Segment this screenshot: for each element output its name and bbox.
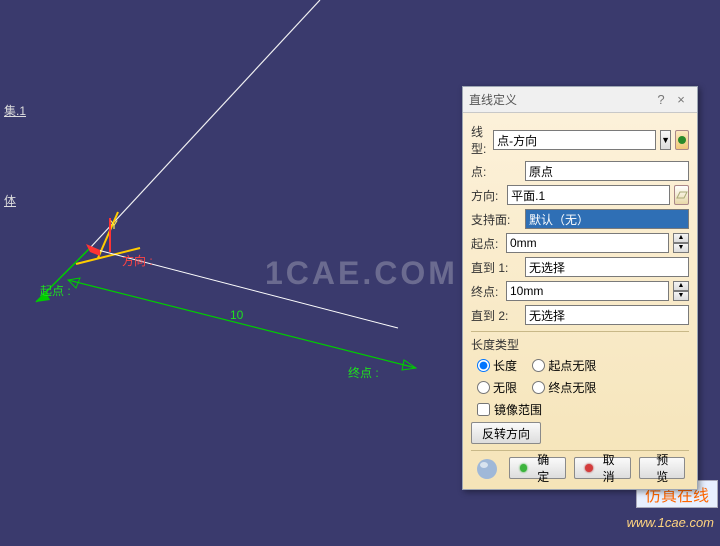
label-start: 起点: <box>471 235 502 252</box>
cancel-button-label: 取消 <box>597 451 621 485</box>
ok-button-label: 确定 <box>531 451 555 485</box>
chevron-up-icon[interactable]: ▲ <box>673 281 689 291</box>
dialog-titlebar[interactable]: 直线定义 ? × <box>463 87 697 113</box>
support-field[interactable]: 默认（无） <box>525 209 689 229</box>
close-icon[interactable]: × <box>671 92 691 107</box>
cancel-dot-icon <box>585 464 593 472</box>
radio-start-infinite-label: 起点无限 <box>548 357 596 374</box>
decor-sphere-icon <box>475 457 501 479</box>
start-point-callout: 起点 : <box>40 282 71 299</box>
radio-length-input[interactable] <box>477 359 490 372</box>
label-support: 支持面: <box>471 211 521 228</box>
upto1-field[interactable] <box>525 257 689 277</box>
end-point-callout: 终点 : <box>348 364 379 381</box>
mirror-checkbox[interactable] <box>477 403 490 416</box>
end-spinner[interactable]: ▲▼ <box>673 281 689 301</box>
brand-url: www.1cae.com <box>627 515 714 530</box>
upto2-field[interactable] <box>525 305 689 325</box>
reverse-direction-button[interactable]: 反转方向 <box>471 422 541 444</box>
line-type-action-icon[interactable] <box>675 130 689 150</box>
direction-callout: 方向 : <box>122 252 153 269</box>
label-point: 点: <box>471 163 521 180</box>
mirror-label: 镜像范围 <box>494 401 542 418</box>
length-type-section: 长度类型 <box>471 331 689 353</box>
start-field[interactable] <box>506 233 669 253</box>
line-type-dropdown-icon[interactable]: ▼ <box>660 130 671 150</box>
mirror-checkbox-row: 镜像范围 <box>471 399 689 422</box>
radio-infinite[interactable]: 无限 <box>477 379 517 396</box>
tree-item-geomset[interactable]: 集.1 <box>4 102 26 119</box>
chevron-up-icon[interactable]: ▲ <box>673 233 689 243</box>
tree-item-body[interactable]: 体 <box>4 192 16 209</box>
radio-infinite-input[interactable] <box>477 381 490 394</box>
radio-infinite-label: 无限 <box>493 379 517 396</box>
chevron-down-icon[interactable]: ▼ <box>673 291 689 301</box>
length-type-radios-2: 无限 终点无限 <box>471 377 689 399</box>
dimension-value: 10 <box>230 308 243 322</box>
radio-end-infinite-input[interactable] <box>532 381 545 394</box>
radio-start-infinite-input[interactable] <box>532 359 545 372</box>
cancel-button[interactable]: 取消 <box>574 457 631 479</box>
help-icon[interactable]: ? <box>651 92 671 107</box>
reverse-direction-label: 反转方向 <box>482 425 530 442</box>
ok-button[interactable]: 确定 <box>509 457 566 479</box>
ok-dot-icon <box>520 464 528 472</box>
preview-button[interactable]: 预览 <box>639 457 685 479</box>
radio-start-infinite[interactable]: 起点无限 <box>532 357 596 374</box>
radio-length-label: 长度 <box>493 357 517 374</box>
point-field[interactable] <box>525 161 689 181</box>
end-field[interactable] <box>506 281 669 301</box>
label-end: 终点: <box>471 283 502 300</box>
label-upto1: 直到 1: <box>471 259 521 276</box>
label-upto2: 直到 2: <box>471 307 521 324</box>
direction-plane-icon[interactable] <box>674 185 689 205</box>
length-type-radios: 长度 起点无限 <box>471 355 689 377</box>
label-line-type: 线型: <box>471 123 489 157</box>
direction-field[interactable] <box>507 185 670 205</box>
axis-label-y: Y <box>110 218 118 232</box>
radio-length[interactable]: 长度 <box>477 357 517 374</box>
radio-end-infinite-label: 终点无限 <box>548 379 596 396</box>
start-spinner[interactable]: ▲▼ <box>673 233 689 253</box>
chevron-down-icon[interactable]: ▼ <box>673 243 689 253</box>
preview-button-label: 预览 <box>650 451 674 485</box>
dialog-title-text: 直线定义 <box>469 91 517 108</box>
line-type-select[interactable] <box>493 130 656 150</box>
line-definition-dialog: 直线定义 ? × 线型: ▼ 点: 方向: 支持面: 默认（无） 起点: ▲▼ <box>462 86 698 490</box>
label-direction: 方向: <box>471 187 503 204</box>
radio-end-infinite[interactable]: 终点无限 <box>532 379 596 396</box>
